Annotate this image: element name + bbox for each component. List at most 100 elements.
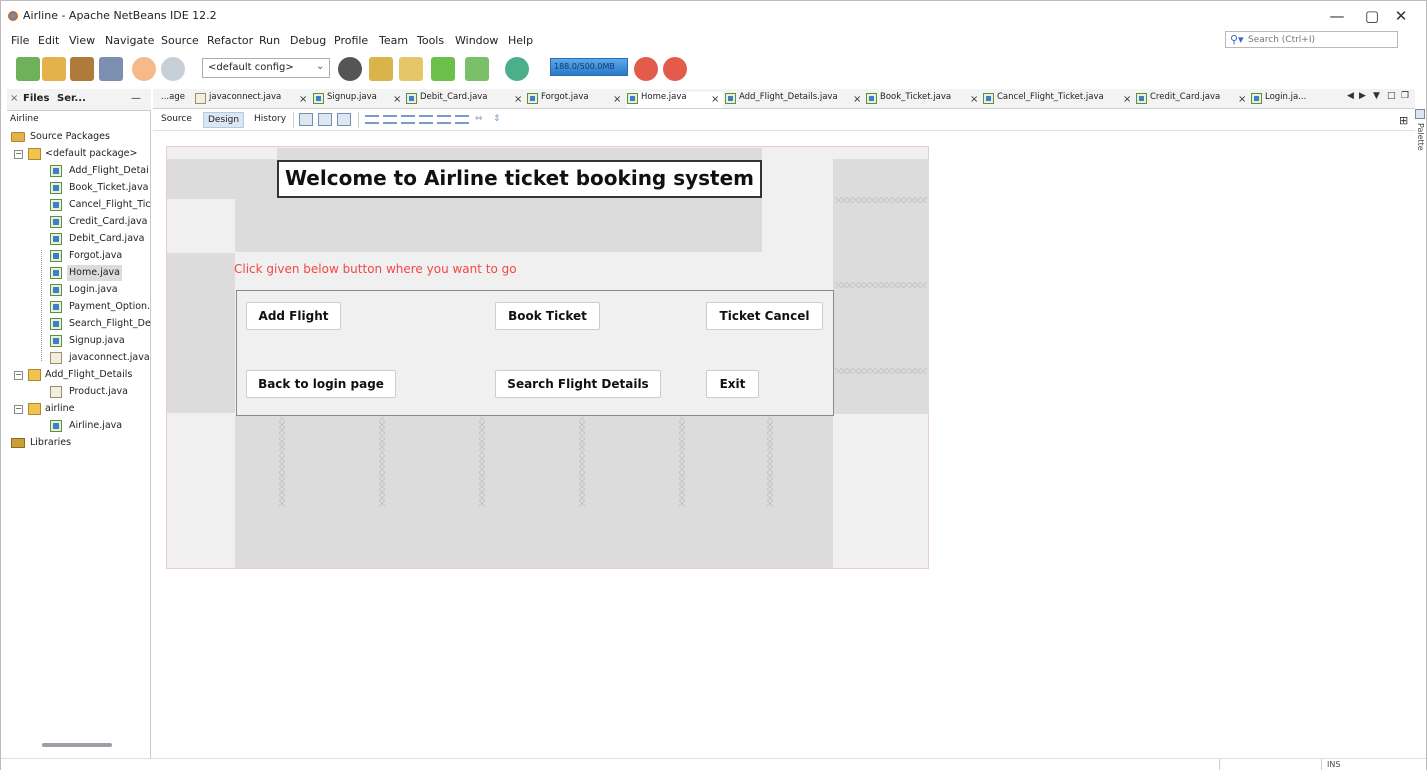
search-flight-details-button[interactable]: Search Flight Details [495, 370, 661, 398]
tree-item[interactable]: Add_Flight_Detai [11, 163, 151, 180]
view-design[interactable]: Design [203, 112, 245, 128]
view-source[interactable]: Source [157, 112, 196, 128]
expand-icon[interactable]: ⊞ [1399, 114, 1408, 127]
globe-icon[interactable] [338, 57, 362, 81]
collapse-icon[interactable]: − [14, 371, 23, 380]
scroll-tabs-left-icon[interactable]: ◀ [1347, 91, 1354, 101]
open-project-icon[interactable] [70, 57, 94, 81]
horizontal-scrollbar[interactable] [42, 743, 112, 747]
new-file-icon[interactable] [16, 57, 40, 81]
profile-icon[interactable] [505, 57, 529, 81]
align-top-icon[interactable] [419, 115, 433, 124]
form-design-canvas[interactable]: Welcome to Airline ticket booking system… [166, 146, 929, 569]
tree-item[interactable]: Signup.java [11, 333, 151, 350]
collapse-icon[interactable]: − [14, 150, 23, 159]
menu-help[interactable]: Help [508, 34, 533, 47]
tree-item[interactable]: Login.java [11, 282, 151, 299]
menu-debug[interactable]: Debug [290, 34, 326, 47]
tab-login[interactable]: Login.ja... [1251, 92, 1333, 108]
ticket-cancel-button[interactable]: Ticket Cancel [706, 302, 823, 330]
ide-search-input[interactable] [1248, 33, 1393, 46]
tree-item[interactable]: Source Packages [11, 129, 151, 146]
menu-edit[interactable]: Edit [38, 34, 59, 47]
menu-view[interactable]: View [69, 34, 95, 47]
tree-item[interactable]: Product.java [11, 384, 151, 401]
tab-close-icon[interactable]: × [1238, 94, 1246, 105]
gc-run-icon[interactable] [663, 57, 687, 81]
tree-item-selected[interactable]: Home.java [11, 265, 151, 282]
tab-close-icon[interactable]: × [299, 94, 307, 105]
exit-button[interactable]: Exit [706, 370, 759, 398]
show-opened-documents-icon[interactable]: ▼ [1373, 91, 1380, 101]
tab-close-icon[interactable]: × [970, 94, 978, 105]
maximize-window-icon[interactable]: □ [1387, 91, 1396, 101]
tree-item[interactable]: Forgot.java [11, 248, 151, 265]
minimize-button[interactable]: — [1317, 5, 1357, 27]
menu-profile[interactable]: Profile [334, 34, 368, 47]
tree-item[interactable]: Cancel_Flight_Tic [11, 197, 151, 214]
tab-close-icon[interactable]: × [514, 94, 522, 105]
collapse-icon[interactable]: − [14, 405, 23, 414]
tree-item[interactable]: Airline.java [11, 418, 151, 435]
tree-item[interactable]: Payment_Option. [11, 299, 151, 316]
selection-mode-icon[interactable] [299, 113, 313, 126]
gc-icon[interactable] [634, 57, 658, 81]
align-left-icon[interactable] [365, 115, 379, 124]
new-project-icon[interactable] [42, 57, 66, 81]
tab-cancel-flight-ticket[interactable]: Cancel_Flight_Ticket.java × [983, 92, 1135, 108]
tab-debit-card[interactable]: Debit_Card.java × [406, 92, 526, 108]
tree-item[interactable]: − <default package> [11, 146, 151, 163]
tree-item[interactable]: javaconnect.java [11, 350, 151, 367]
clean-build-icon[interactable] [399, 57, 423, 81]
tab-close-icon[interactable]: × [711, 94, 719, 105]
view-history[interactable]: History [250, 112, 290, 128]
navigation-button-panel[interactable]: Add Flight Book Ticket Ticket Cancel Bac… [236, 290, 834, 416]
build-hammer-icon[interactable] [369, 57, 393, 81]
change-horizontal-resizability-icon[interactable]: ⇔ [475, 114, 483, 124]
tree-item[interactable]: Debit_Card.java [11, 231, 151, 248]
welcome-heading-label[interactable]: Welcome to Airline ticket booking system [277, 160, 762, 198]
tree-item[interactable]: Search_Flight_De [11, 316, 151, 333]
save-all-icon[interactable] [99, 57, 123, 81]
tab-close-icon[interactable]: × [1123, 94, 1131, 105]
tab-close-icon[interactable]: × [613, 94, 621, 105]
ide-search-box[interactable]: ⚲▾ [1225, 31, 1398, 48]
tab-add-flight-details[interactable]: Add_Flight_Details.java × [725, 92, 865, 108]
add-flight-button[interactable]: Add Flight [246, 302, 341, 330]
menu-refactor[interactable]: Refactor [207, 34, 253, 47]
tree-item[interactable]: − Add_Flight_Details [11, 367, 151, 384]
tab-javaconnect[interactable]: javaconnect.java × [195, 92, 311, 108]
back-to-login-button[interactable]: Back to login page [246, 370, 396, 398]
menu-tools[interactable]: Tools [417, 34, 444, 47]
center-vertically-icon[interactable] [455, 115, 469, 124]
undo-icon[interactable] [132, 57, 156, 81]
align-bottom-icon[interactable] [437, 115, 451, 124]
center-horizontally-icon[interactable] [401, 115, 415, 124]
config-dropdown[interactable]: <default config> ⌄ [202, 58, 330, 78]
scroll-tabs-right-icon[interactable]: ▶ [1359, 91, 1366, 101]
tab-files[interactable]: Files [23, 93, 49, 104]
debug-icon[interactable] [465, 57, 489, 81]
align-right-icon[interactable] [383, 115, 397, 124]
menu-source[interactable]: Source [161, 34, 199, 47]
tab-close-icon[interactable]: × [853, 94, 861, 105]
menu-team[interactable]: Team [379, 34, 408, 47]
tab-close-icon[interactable]: × [393, 94, 401, 105]
minimize-panel-icon[interactable]: — [131, 93, 141, 104]
menu-navigate[interactable]: Navigate [105, 34, 154, 47]
redo-icon[interactable] [161, 57, 185, 81]
memory-usage-bar[interactable]: 188.0/500.0MB [550, 58, 628, 76]
tree-item[interactable]: Credit_Card.java [11, 214, 151, 231]
tree-item[interactable]: Libraries [11, 435, 151, 452]
palette-strip[interactable]: Palette [1414, 109, 1426, 169]
tab-close-icon[interactable]: × [10, 93, 18, 104]
tree-item[interactable]: − airline [11, 401, 151, 418]
tab-truncated[interactable]: ...age [161, 92, 195, 108]
close-button[interactable]: ✕ [1381, 5, 1421, 27]
tab-home[interactable]: Home.java × [627, 92, 723, 108]
restore-window-icon[interactable]: ❐ [1401, 91, 1409, 101]
tab-credit-card[interactable]: Credit_Card.java × [1136, 92, 1250, 108]
tab-signup[interactable]: Signup.java × [313, 92, 405, 108]
tab-book-ticket[interactable]: Book_Ticket.java × [866, 92, 982, 108]
tab-forgot[interactable]: Forgot.java × [527, 92, 625, 108]
